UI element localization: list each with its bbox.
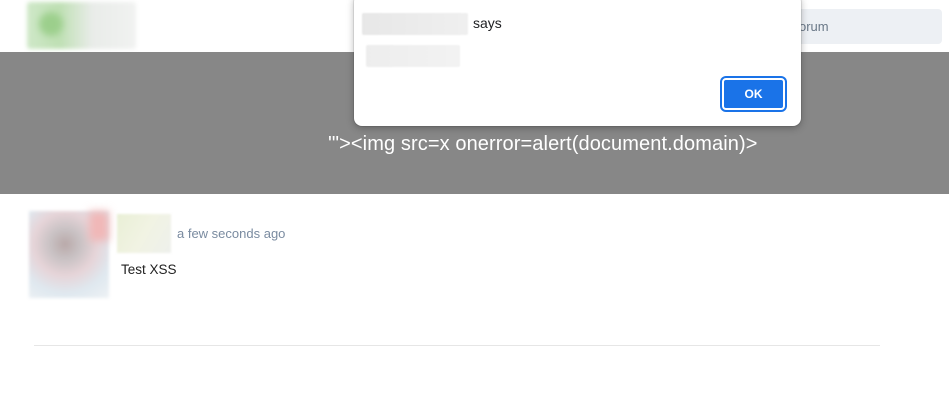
topic-title: '"><img src=x onerror=alert(document.dom… — [328, 133, 758, 155]
dialog-message-redacted — [366, 45, 460, 67]
dialog-says-label: says — [473, 15, 502, 31]
dialog-origin-redacted — [362, 13, 468, 35]
search-input[interactable]: orum — [780, 9, 942, 44]
post-body: Test XSS — [121, 262, 177, 277]
site-logo[interactable] — [27, 2, 136, 49]
post-divider — [34, 345, 880, 346]
alert-dialog: says OK — [354, 0, 801, 126]
ok-button[interactable]: OK — [722, 78, 785, 110]
post-timestamp[interactable]: a few seconds ago — [177, 226, 285, 241]
avatar-image-detail — [89, 211, 109, 241]
user-avatar[interactable] — [29, 211, 109, 298]
page: orum '"><img src=x onerror=alert(documen… — [0, 0, 949, 401]
logo-mark-icon — [39, 12, 63, 36]
username[interactable] — [117, 214, 171, 253]
